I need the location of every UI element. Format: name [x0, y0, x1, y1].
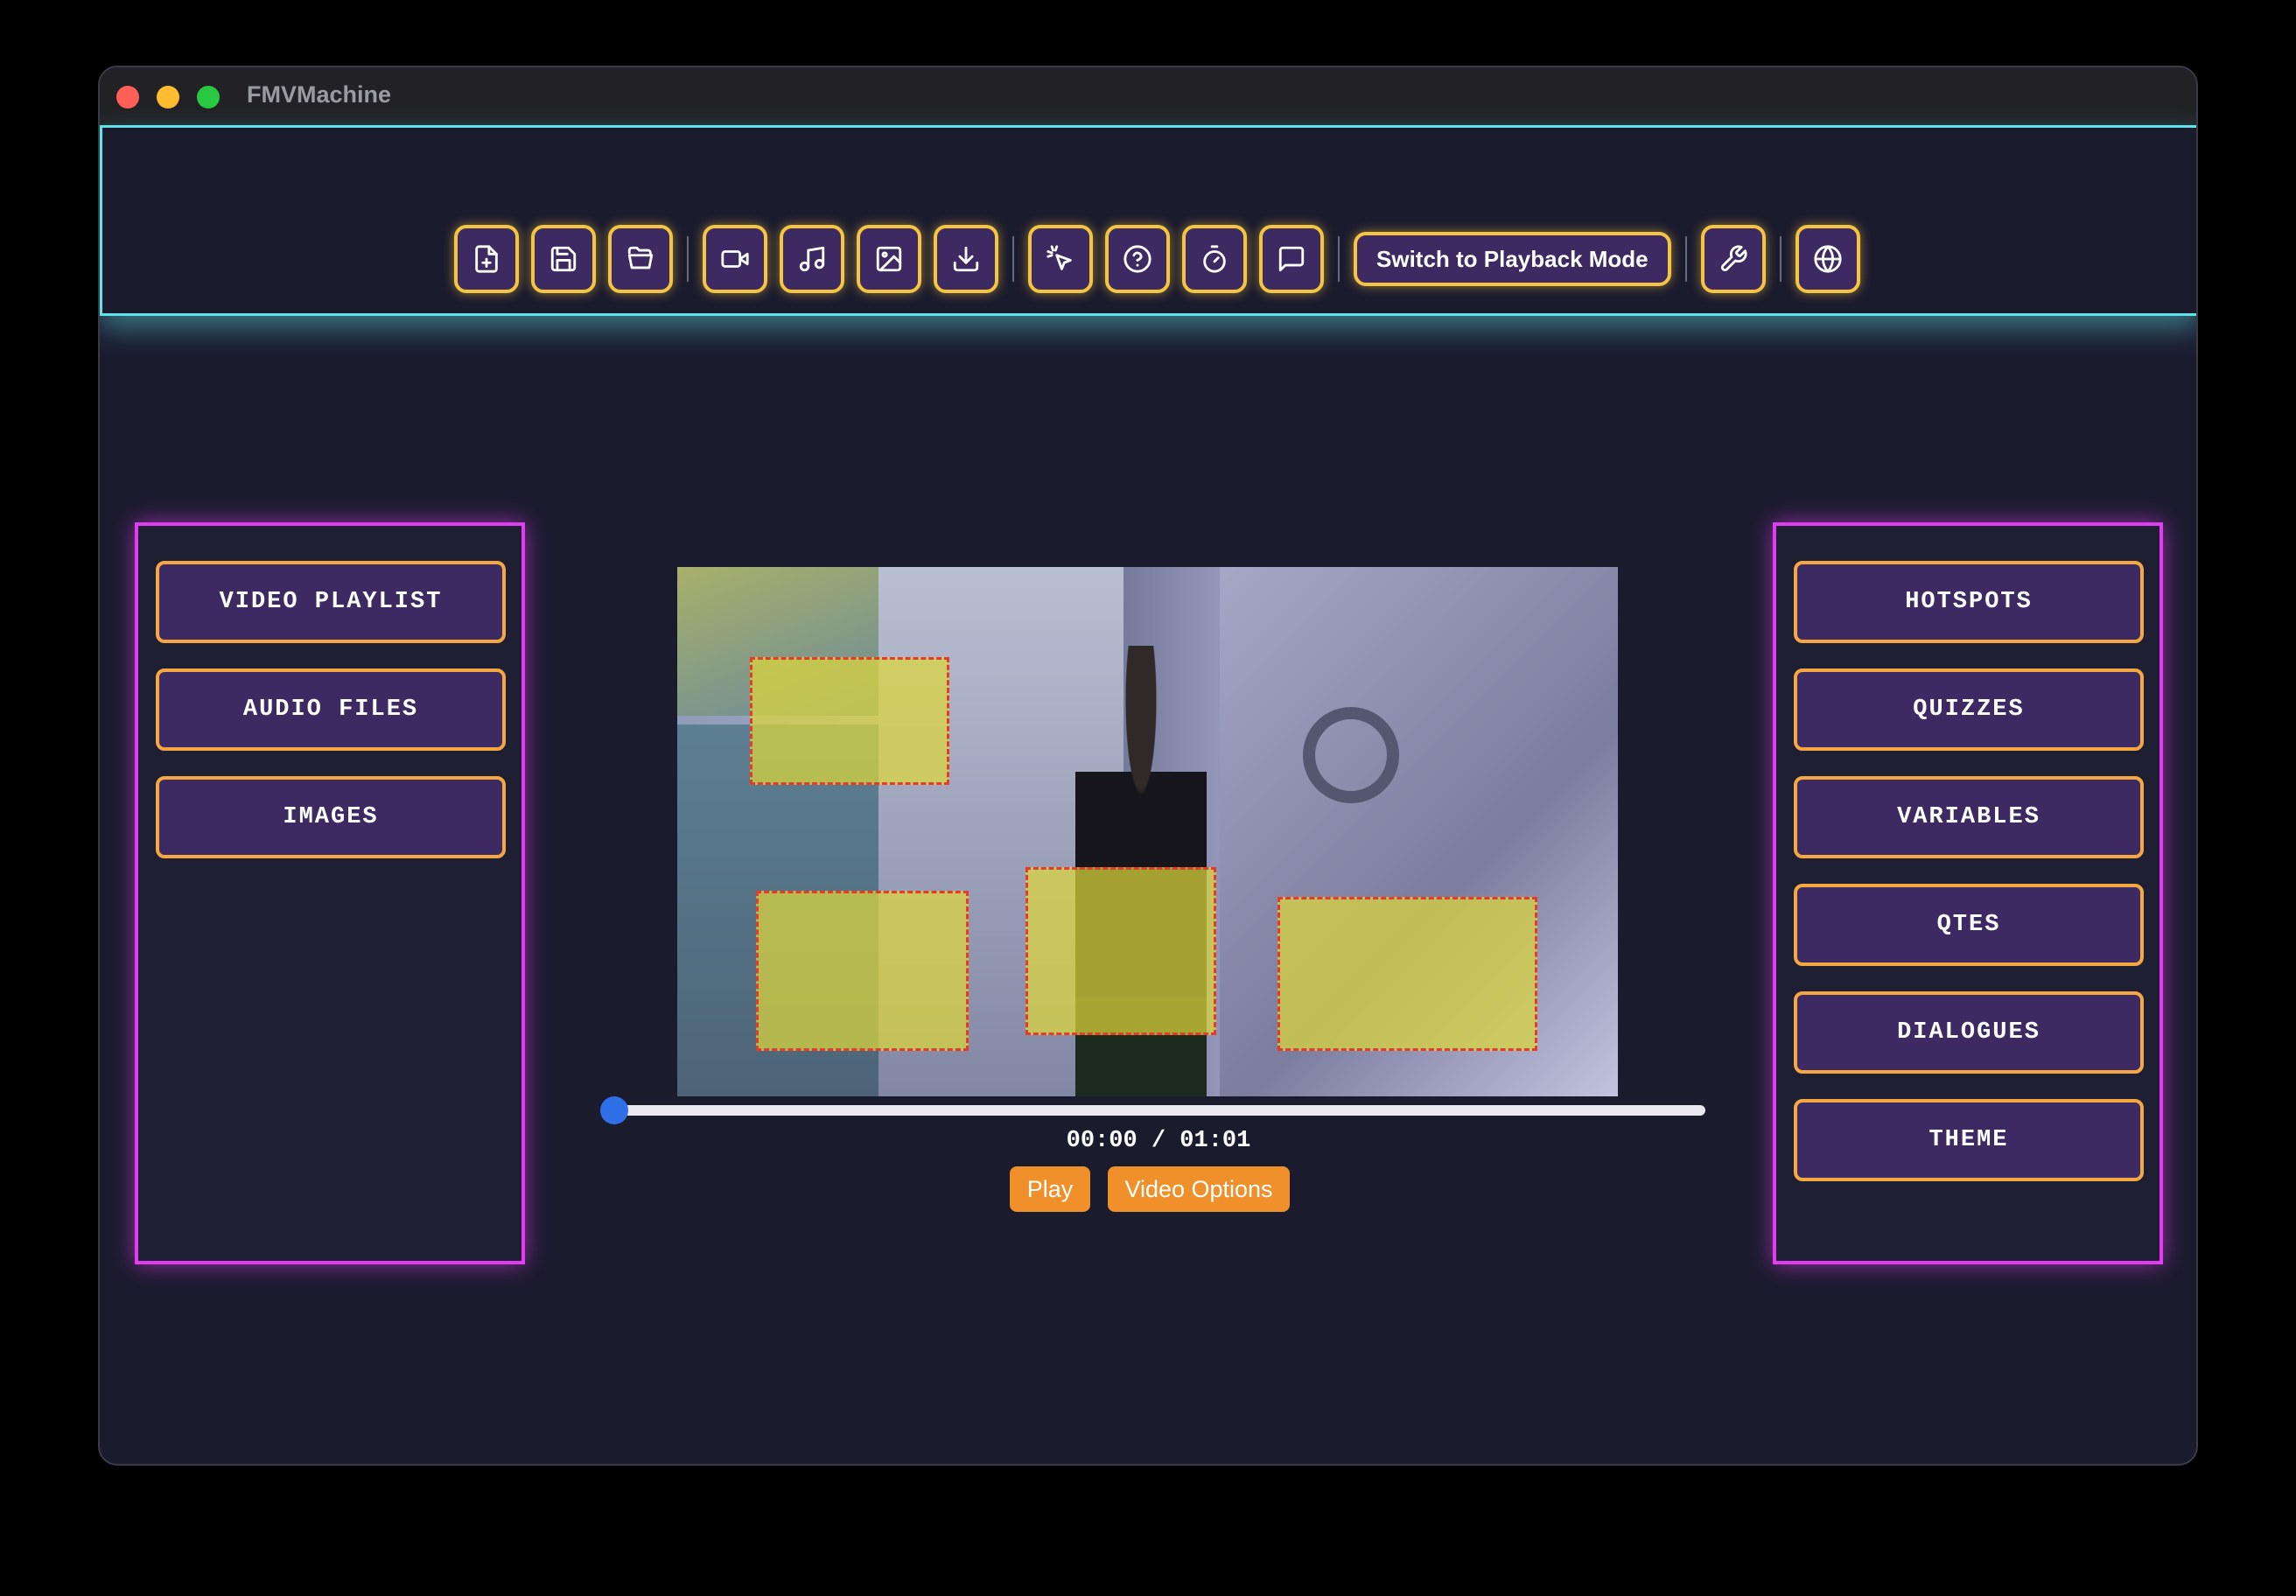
cursor-click-icon [1046, 245, 1072, 270]
play-button[interactable]: Play [1010, 1166, 1090, 1212]
video-seek-bar[interactable] [600, 1096, 1705, 1124]
help-circle-icon [1124, 245, 1152, 273]
globe-icon [1814, 245, 1842, 273]
dialogues-button[interactable]: DIALOGUES [1794, 991, 2144, 1074]
left-panel: VIDEO PLAYLIST AUDIO FILES IMAGES [135, 522, 525, 1264]
speech-bubble-icon [1278, 246, 1305, 272]
toolbar: Switch to Playback Mode [100, 125, 2196, 316]
seek-thumb[interactable] [600, 1096, 628, 1124]
new-project-button[interactable] [454, 225, 519, 293]
minimize-window-button[interactable] [157, 86, 179, 108]
video-camera-icon [721, 250, 749, 268]
theme-button[interactable]: THEME [1794, 1099, 2144, 1181]
title-bar: FMVMachine [100, 67, 2196, 125]
quizzes-button[interactable]: QUIZZES [1794, 668, 2144, 751]
qtes-button[interactable]: QTES [1794, 884, 2144, 966]
hotspot-region[interactable] [1026, 867, 1216, 1035]
video-options-button[interactable]: Video Options [1108, 1166, 1290, 1212]
toolbar-separator [1338, 236, 1340, 282]
video-preview[interactable] [677, 567, 1618, 1096]
open-folder-icon [627, 246, 654, 270]
right-panel: HOTSPOTS QUIZZES VARIABLES QTES DIALOGUE… [1773, 522, 2163, 1264]
add-qte-button[interactable] [1182, 225, 1247, 293]
video-frame-wheel [1303, 707, 1399, 803]
video-timecode: 00:00 / 01:01 [1066, 1128, 1251, 1154]
add-dialogue-button[interactable] [1259, 225, 1324, 293]
toolbar-separator [687, 236, 689, 282]
settings-button[interactable] [1700, 225, 1766, 293]
hotspot-region[interactable] [750, 657, 949, 785]
variables-button[interactable]: VARIABLES [1794, 776, 2144, 858]
add-video-button[interactable] [703, 225, 767, 293]
save-icon [550, 246, 577, 272]
zoom-window-button[interactable] [197, 86, 220, 108]
switch-playback-mode-button[interactable]: Switch to Playback Mode [1354, 232, 1671, 286]
hotspot-region[interactable] [1278, 897, 1537, 1051]
add-hotspot-button[interactable] [1028, 225, 1093, 293]
download-icon [953, 246, 979, 272]
add-image-button[interactable] [857, 225, 921, 293]
image-icon [876, 246, 902, 272]
close-window-button[interactable] [116, 86, 139, 108]
add-audio-button[interactable] [780, 225, 844, 293]
timer-icon [1203, 245, 1226, 273]
language-button[interactable] [1795, 225, 1860, 293]
images-button[interactable]: IMAGES [156, 776, 506, 858]
hotspots-button[interactable]: HOTSPOTS [1794, 561, 2144, 643]
music-note-icon [799, 246, 825, 272]
toolbar-separator [1684, 236, 1687, 282]
toolbar-row: Switch to Playback Mode [454, 224, 1872, 294]
export-button[interactable] [934, 225, 998, 293]
wrench-icon [1720, 245, 1747, 272]
toolbar-separator [1779, 236, 1782, 282]
save-button[interactable] [531, 225, 596, 293]
audio-files-button[interactable]: AUDIO FILES [156, 668, 506, 751]
open-project-button[interactable] [608, 225, 673, 293]
hotspot-region[interactable] [756, 891, 969, 1051]
toolbar-separator [1012, 236, 1014, 282]
window-title: FMVMachine [247, 81, 392, 108]
app-window: FMVMachine Switch to Playback Mode VIDEO… [98, 66, 2198, 1466]
new-project-icon [475, 245, 498, 273]
video-playlist-button[interactable]: VIDEO PLAYLIST [156, 561, 506, 643]
add-quiz-button[interactable] [1105, 225, 1170, 293]
